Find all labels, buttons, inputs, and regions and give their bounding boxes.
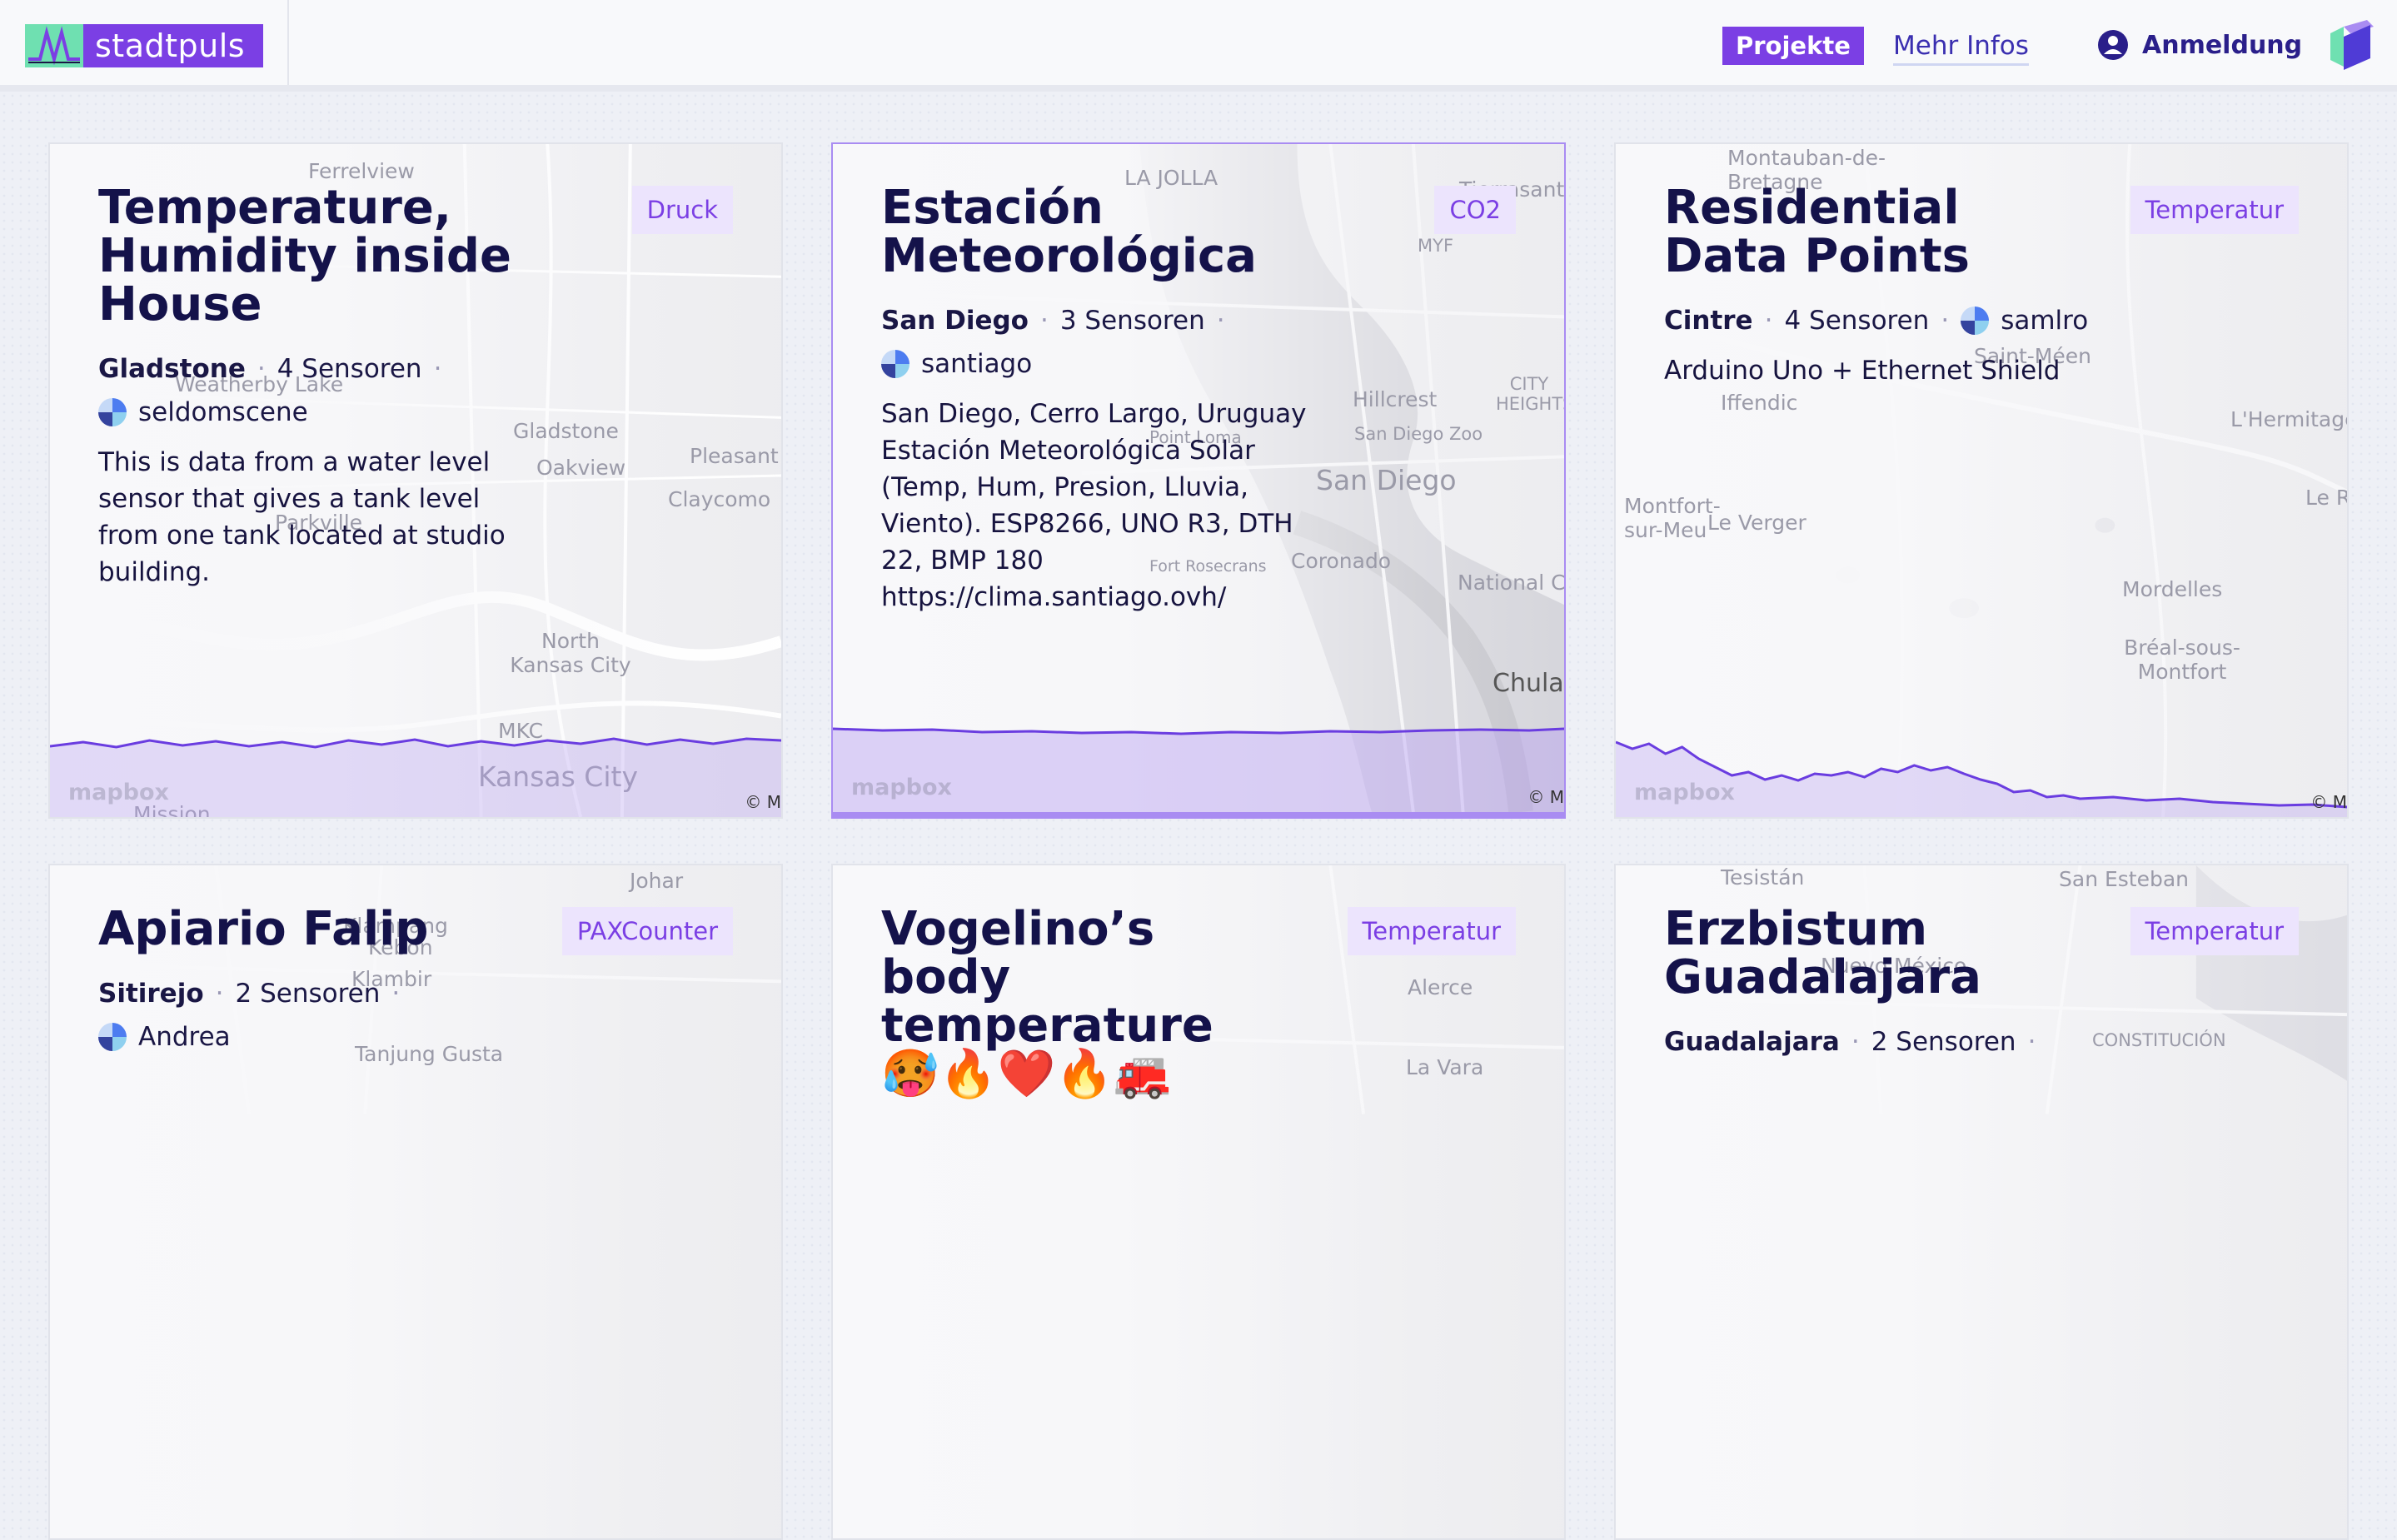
project-location: Gladstone [98,354,246,384]
author-name: Andrea [138,1022,231,1052]
map-label: L'Hermitage [2230,407,2349,431]
author-name: seldomscene [138,397,308,427]
separator-dot: · [1216,306,1225,336]
author-name: samlro [2001,306,2089,336]
project-title: Residential Data Points [1664,181,1971,283]
card-content: Vogelino’s body temperature 🥵🔥❤️🔥🚒 [881,905,1539,1099]
author-name: santiago [921,349,1033,379]
logo-text: stadtpuls [95,27,246,64]
project-meta: Sitirejo · 2 Sensoren · [98,979,756,1009]
login-button[interactable]: Anmeldung [2097,27,2302,63]
card-content: Estación Meteorológica San Diego · 3 Sen… [881,184,1539,616]
avatar [881,350,909,378]
separator-dot: · [215,979,224,1009]
project-author: seldomscene [98,397,756,427]
top-navigation-bar: stadtpuls Projekte Mehr Infos Anmeldung [0,0,2397,92]
card-content: Residential Data Points Cintre · 4 Senso… [1664,184,2322,389]
separator-dot: · [1039,306,1049,336]
project-meta: Gladstone · 4 Sensoren · [98,354,756,384]
mapbox-logo: mapbox [851,775,952,800]
project-card[interactable]: Johar Klampang Kebon Klambir Tanjung Gus… [48,864,783,1540]
project-meta: Cintre · 4 Sensoren · samlro [1664,306,2322,336]
map-label: Ferrelview [308,159,415,183]
project-card[interactable]: LA JOLLA Tierrasanta MYF Hillcrest CITY … [831,142,1566,819]
card-content: Apiario Falip Sitirejo · 2 Sensoren · An… [98,905,756,1052]
project-title: Erzbistum Guadalajara [1664,902,1981,1004]
project-title: Apiario Falip [98,902,429,956]
separator-dot: · [2027,1027,2036,1057]
project-title: Vogelino’s body temperature 🥵🔥❤️🔥🚒 [881,902,1213,1101]
brand-cube-icon[interactable] [2324,20,2377,77]
project-card[interactable]: Ferrelview Weatherby Lake Parkville Glad… [48,142,783,819]
stadtpuls-logo[interactable]: stadtpuls [25,24,263,67]
project-title: Temperature, Humidity inside House [98,181,511,331]
project-card[interactable]: Alerce La Vara Temperatur Vogelino’s bod… [831,864,1566,1540]
user-circle-icon [2098,30,2128,60]
project-location: Cintre [1664,306,1753,336]
map-label: San Esteban [2059,867,2190,891]
avatar [98,398,127,426]
map-label: Le Rh [2305,486,2347,510]
project-description: Arduino Uno + Ethernet Shield [1664,356,2061,386]
login-label: Anmeldung [2142,30,2303,60]
separator-dot: · [1764,306,1773,336]
separator-dot: · [257,354,266,384]
map-label: Tesistán [1721,865,1805,890]
project-location: San Diego [881,306,1029,336]
map-copyright: © M [2310,792,2347,812]
sensor-count: 4 Sensoren [1784,306,1930,336]
logo-mark-icon [25,24,83,67]
map-copyright: © M [745,792,781,812]
sensor-count: 3 Sensoren [1059,306,1205,336]
project-description: This is data from a water level sensor t… [98,447,506,587]
card-content: Temperature, Humidity inside House Glads… [98,184,756,591]
project-description: San Diego, Cerro Largo, Uruguay Estación… [881,399,1307,612]
project-location: Sitirejo [98,979,204,1009]
project-author: santiago [881,349,1539,379]
nav-mehr-infos-link[interactable]: Mehr Infos [1893,28,2029,66]
project-author: Andrea [98,1022,756,1052]
sensor-count: 2 Sensoren [235,979,381,1009]
map-copyright: © M [1527,787,1564,807]
map-label: Montfort-sur-Meu [1624,494,1721,542]
project-title: Estación Meteorológica [881,181,1257,283]
map-label: Johar [630,869,684,893]
mapbox-logo: mapbox [68,780,169,805]
project-location: Guadalajara [1664,1027,1840,1057]
card-content: Erzbistum Guadalajara Guadalajara · 2 Se… [1664,902,2322,1058]
map-label: Iffendic [1721,391,1798,415]
mapbox-logo: mapbox [1634,780,1735,805]
nav-projekte-link[interactable]: Projekte [1722,27,1864,65]
sensor-count: 4 Sensoren [277,354,422,384]
avatar [98,1023,127,1051]
project-meta: San Diego · 3 Sensoren · [881,306,1539,336]
sensor-count: 2 Sensoren [1871,1027,2016,1057]
project-card[interactable]: Tesistán San Esteban Nuevo México CONSTI… [1614,864,2349,1540]
project-meta: Guadalajara · 2 Sensoren · [1664,1027,2322,1057]
separator-dot: · [391,979,401,1009]
separator-dot: · [1941,306,1950,336]
project-card[interactable]: Montauban-de-Bretagne Iffendic Mordelles… [1614,142,2349,819]
logo-container: stadtpuls [0,0,289,85]
map-label: Mordelles [2122,577,2223,601]
separator-dot: · [433,354,442,384]
avatar [1961,307,1990,335]
separator-dot: · [1851,1027,1860,1057]
